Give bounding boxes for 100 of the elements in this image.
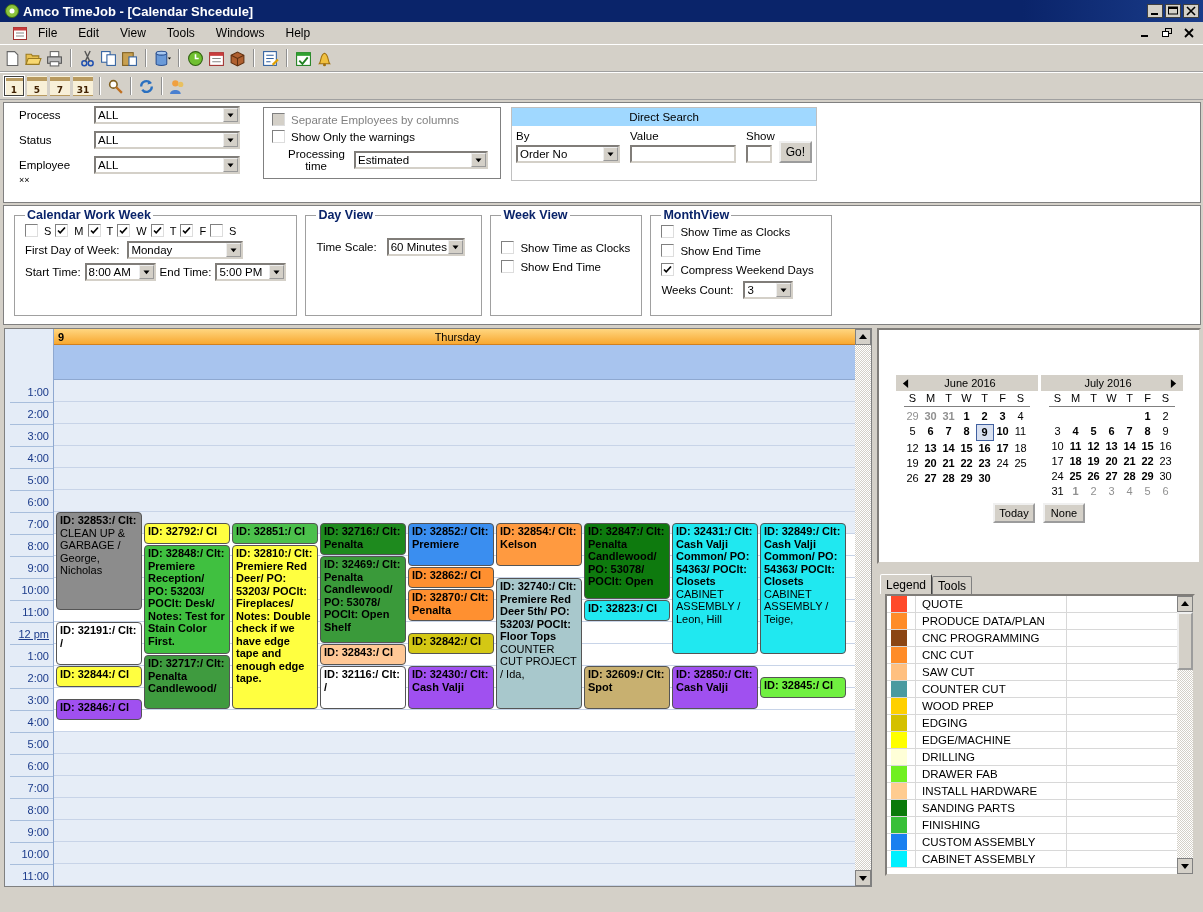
calendar-view-button[interactable]: 7	[50, 76, 70, 96]
calendar-day[interactable]: 19	[1084, 454, 1103, 469]
checkbox[interactable]	[210, 224, 224, 237]
checkbox[interactable]	[55, 224, 69, 237]
calendar-day[interactable]: 13	[921, 441, 940, 456]
appointment[interactable]: ID: 32191:/ Clt: /	[56, 622, 142, 665]
checkbox[interactable]	[87, 224, 101, 237]
calendar-day[interactable]: 4	[1011, 409, 1030, 424]
go-button[interactable]: Go!	[778, 141, 812, 163]
menu-item[interactable]: File	[28, 24, 69, 42]
calendar-icon[interactable]	[208, 49, 225, 67]
appointment[interactable]: ID: 32845:/ Cl	[760, 677, 846, 698]
appointment[interactable]: ID: 32842:/ Cl	[408, 633, 494, 654]
calendar-day[interactable]: 28	[1120, 469, 1139, 484]
calendar-day[interactable]: 15	[1138, 439, 1157, 454]
calendar-day[interactable]: 30	[1156, 469, 1175, 484]
checkbox[interactable]	[117, 224, 131, 237]
calendar-day[interactable]: 14	[939, 441, 958, 456]
checkbox[interactable]	[25, 224, 38, 237]
calendar-day[interactable]: 23	[975, 456, 994, 471]
dropdown[interactable]: 60 Minutes	[386, 238, 465, 256]
dropdown[interactable]: Monday	[127, 241, 244, 259]
calendar-day[interactable]: 7	[1120, 424, 1139, 439]
menu-item[interactable]: View	[110, 24, 157, 42]
calendar-day[interactable]: 5	[1084, 424, 1103, 439]
paste-icon[interactable]	[121, 49, 138, 67]
database-icon[interactable]	[154, 49, 171, 67]
calendar-day[interactable]: 11	[1011, 424, 1030, 441]
appointment[interactable]: ID: 32862:/ Cl	[408, 567, 494, 588]
calendar-button[interactable]: None	[1043, 503, 1085, 523]
calendar-day[interactable]: 1	[1138, 409, 1157, 424]
calendar-day[interactable]: 5	[903, 424, 922, 441]
checkbox[interactable]	[272, 130, 285, 143]
calendar-button[interactable]: Today	[993, 503, 1035, 523]
calendar-day[interactable]: 2	[975, 409, 994, 424]
calendar-day[interactable]: 22	[957, 456, 976, 471]
calendar-day[interactable]: 16	[975, 441, 994, 456]
next-month-icon[interactable]	[1169, 378, 1177, 388]
dropdown[interactable]: Order No	[516, 145, 620, 163]
restore-icon[interactable]	[1161, 27, 1173, 39]
calendar-day[interactable]: 23	[1156, 454, 1175, 469]
calendar-day[interactable]: 27	[1102, 469, 1121, 484]
calendar-day[interactable]: 26	[903, 471, 922, 486]
appointment[interactable]: ID: 32792:/ Cl	[144, 523, 230, 544]
calendar-day[interactable]: 27	[921, 471, 940, 486]
calendar-day[interactable]: 15	[957, 441, 976, 456]
calendar-day[interactable]: 25	[1011, 456, 1030, 471]
checkbox[interactable]	[661, 263, 675, 276]
refresh-icon[interactable]	[138, 77, 155, 95]
close-icon[interactable]	[1183, 4, 1199, 18]
calendar-day[interactable]: 29	[957, 471, 976, 486]
appointment[interactable]: ID: 32430:/ Clt: Cash Valji	[408, 666, 494, 709]
calendar-day[interactable]: 11	[1066, 439, 1085, 454]
dropdown[interactable]: ALL	[94, 131, 240, 149]
menu-item[interactable]: Windows	[205, 24, 276, 42]
box-icon[interactable]	[229, 49, 246, 67]
appointment[interactable]: ID: 32853:/ Clt: CLEAN UP & GARBAGE / George, Nicholas	[56, 512, 142, 610]
calendar-day[interactable]: 12	[903, 441, 922, 456]
scroll-thumb[interactable]	[1177, 612, 1193, 670]
calendar-day[interactable]: 9	[975, 424, 994, 441]
calendar-day[interactable]: 3	[993, 409, 1012, 424]
calendar-day[interactable]: 25	[1066, 469, 1085, 484]
appointment[interactable]: ID: 32848:/ Clt: Premiere Reception/ PO: 53203/ POClt: Desk/ Notes: Test for Stain Color First.	[144, 545, 230, 654]
calendar-day[interactable]: 13	[1102, 439, 1121, 454]
calendar-day[interactable]: 4	[1066, 424, 1085, 439]
new-file-icon[interactable]	[4, 49, 21, 67]
appointment[interactable]: ID: 32116:/ Clt: /	[320, 666, 406, 709]
minimize-icon[interactable]	[1147, 4, 1163, 18]
check-calendar-icon[interactable]	[295, 49, 312, 67]
checkbox[interactable]	[501, 260, 515, 273]
appointment[interactable]: ID: 32717:/ Clt: Penalta Candlewood/	[144, 655, 230, 709]
checkbox[interactable]	[180, 224, 194, 237]
checkbox[interactable]	[661, 225, 675, 238]
calendar-day[interactable]: 10	[993, 424, 1012, 441]
calendar-day[interactable]: 12	[1084, 439, 1103, 454]
calendar-day[interactable]: 19	[903, 456, 922, 471]
scrollbar[interactable]	[1177, 596, 1193, 874]
scroll-up-icon[interactable]	[855, 329, 871, 345]
calendar-view-button[interactable]: 5	[27, 76, 47, 96]
calendar-day[interactable]: 16	[1156, 439, 1175, 454]
scroll-down-icon[interactable]	[855, 870, 871, 886]
printer-icon[interactable]	[46, 49, 63, 67]
appointment[interactable]: ID: 32847:/ Clt: Penalta Candlewood/ PO: 53078/ POClt: Open	[584, 523, 670, 599]
calendar-day[interactable]: 18	[1011, 441, 1030, 456]
calendar-day[interactable]: 2	[1156, 409, 1175, 424]
checkbox[interactable]	[150, 224, 164, 237]
form-icon[interactable]	[262, 49, 279, 67]
appointment[interactable]: ID: 32716:/ Clt: Penalta	[320, 523, 406, 555]
dropdown[interactable]: 8:00 AM	[84, 263, 156, 281]
calendar-day[interactable]: 31	[1048, 484, 1067, 499]
calendar-day[interactable]: 6	[921, 424, 940, 441]
panel-tab[interactable]: Legend	[880, 574, 933, 594]
input-field[interactable]	[746, 145, 772, 163]
calendar-icon[interactable]	[12, 25, 28, 41]
calendar-day[interactable]: 3	[1048, 424, 1067, 439]
scroll-up-icon[interactable]	[1177, 596, 1193, 612]
calendar-day[interactable]: 29	[1138, 469, 1157, 484]
appointment[interactable]: ID: 32870:/ Clt: Penalta	[408, 589, 494, 621]
dropdown[interactable]: 3	[743, 281, 794, 299]
calendar-day[interactable]: 24	[1048, 469, 1067, 484]
